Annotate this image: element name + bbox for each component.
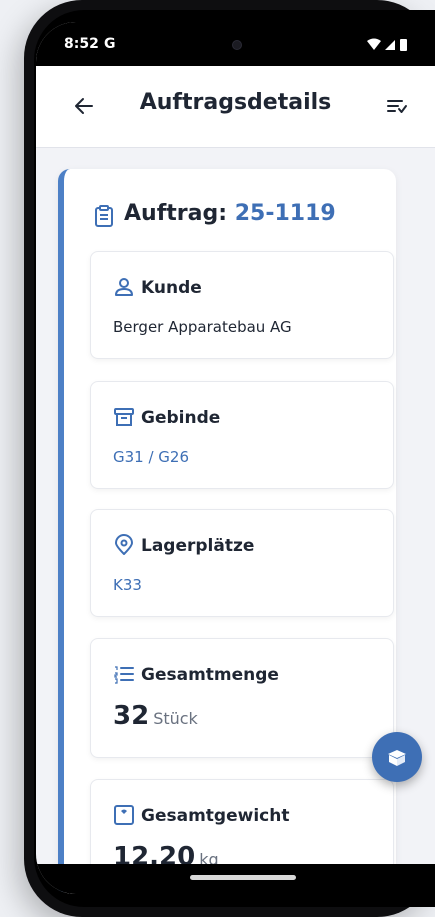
container-card[interactable]: Gebinde G31 / G26 <box>90 381 394 489</box>
total-quantity-title: Gesamtmenge <box>141 665 279 685</box>
list-numbered-icon <box>114 666 134 684</box>
scale-icon <box>114 805 134 825</box>
storage-locations-card[interactable]: Lagerplätze K33 <box>90 509 394 617</box>
app-bar: Auftragsdetails <box>36 66 435 148</box>
customer-title: Kunde <box>141 278 202 298</box>
storage-locations-title: Lagerplätze <box>141 536 255 556</box>
status-time: 8:52 <box>64 36 99 52</box>
order-title: Auftrag: 25-1119 <box>124 201 336 226</box>
package-fab-button[interactable] <box>372 732 422 782</box>
container-title: Gebinde <box>141 408 221 428</box>
battery-icon <box>400 39 407 51</box>
total-quantity-unit: Stück <box>153 709 198 728</box>
home-gesture-pill[interactable] <box>190 875 296 880</box>
container-value: G31 / G26 <box>113 448 190 466</box>
order-number: 25-1119 <box>234 201 336 226</box>
status-bar: 8:52 G <box>36 22 435 66</box>
order-label: Auftrag: <box>124 201 228 226</box>
wifi-icon <box>367 38 381 50</box>
total-quantity-value: 32 Stück <box>113 701 198 731</box>
page-title: Auftragsdetails <box>139 90 332 115</box>
person-icon <box>115 278 133 296</box>
front-camera <box>232 40 242 50</box>
system-nav-bar <box>36 864 435 894</box>
clipboard-icon <box>95 205 113 227</box>
archive-icon <box>114 408 134 426</box>
customer-card[interactable]: Kunde Berger Apparatebau AG <box>90 251 394 359</box>
filter-list-icon[interactable] <box>385 94 409 118</box>
status-icons <box>367 38 407 51</box>
total-weight-title: Gesamtgewicht <box>141 806 290 826</box>
google-g-icon: G <box>104 36 116 52</box>
customer-name: Berger Apparatebau AG <box>113 318 292 336</box>
order-card: Auftrag: 25-1119 Kunde Berger Apparateba… <box>58 169 396 894</box>
total-quantity-card[interactable]: Gesamtmenge 32 Stück <box>90 638 394 758</box>
signal-icon <box>385 40 395 50</box>
total-quantity-number: 32 <box>113 701 150 731</box>
app-screen: 8:52 G Auftragsdetails Auftrag: 25-1119 <box>36 22 435 894</box>
location-pin-icon <box>115 534 133 555</box>
storage-locations-value: K33 <box>113 576 142 594</box>
package-open-icon <box>388 750 406 766</box>
